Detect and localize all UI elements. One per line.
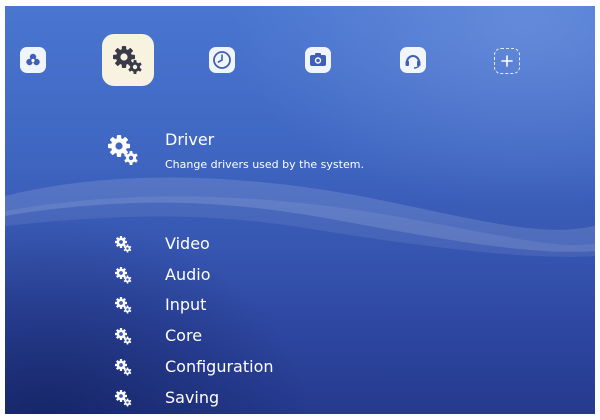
tab-add[interactable] — [494, 48, 520, 74]
gears-icon — [113, 46, 142, 74]
gears-icon — [113, 326, 133, 350]
entry-description: Change drivers used by the system. — [165, 158, 364, 171]
menu-item-video[interactable]: Video — [113, 231, 413, 257]
gears-icon — [113, 265, 133, 289]
tab-settings[interactable] — [102, 34, 154, 86]
menu-item-label: Configuration — [165, 357, 274, 376]
gears-icon — [113, 234, 133, 258]
gears-icon — [113, 388, 133, 412]
headset-icon — [405, 55, 421, 69]
gears-icon — [113, 357, 133, 381]
tab-history[interactable] — [209, 47, 235, 73]
menu-item-label: Core — [165, 326, 203, 345]
tab-netplay[interactable] — [400, 47, 426, 73]
add-icon — [501, 55, 513, 67]
retroarch-logo-icon — [26, 53, 40, 66]
menu-item-label: Audio — [165, 265, 211, 284]
menu-item-saving[interactable]: Saving — [113, 385, 413, 411]
tab-images[interactable] — [305, 47, 331, 73]
menu-item-label: Video — [165, 234, 210, 253]
tab-bar — [5, 6, 595, 106]
app-screen: Driver Change drivers used by the system… — [5, 6, 595, 414]
menu-item-label: Saving — [165, 388, 220, 407]
menu-item-label: Input — [165, 295, 207, 314]
tab-main-menu[interactable] — [20, 47, 46, 73]
clock-icon — [213, 51, 231, 69]
menu-item-configuration[interactable]: Configuration — [113, 354, 413, 380]
menu-item-core[interactable]: Core — [113, 323, 413, 349]
menu-item-input[interactable]: Input — [113, 292, 413, 318]
menu-item-audio[interactable]: Audio — [113, 262, 413, 288]
gears-icon — [108, 135, 138, 165]
entry-title: Driver — [165, 130, 215, 149]
camera-icon — [310, 53, 326, 66]
gears-icon — [113, 295, 133, 319]
